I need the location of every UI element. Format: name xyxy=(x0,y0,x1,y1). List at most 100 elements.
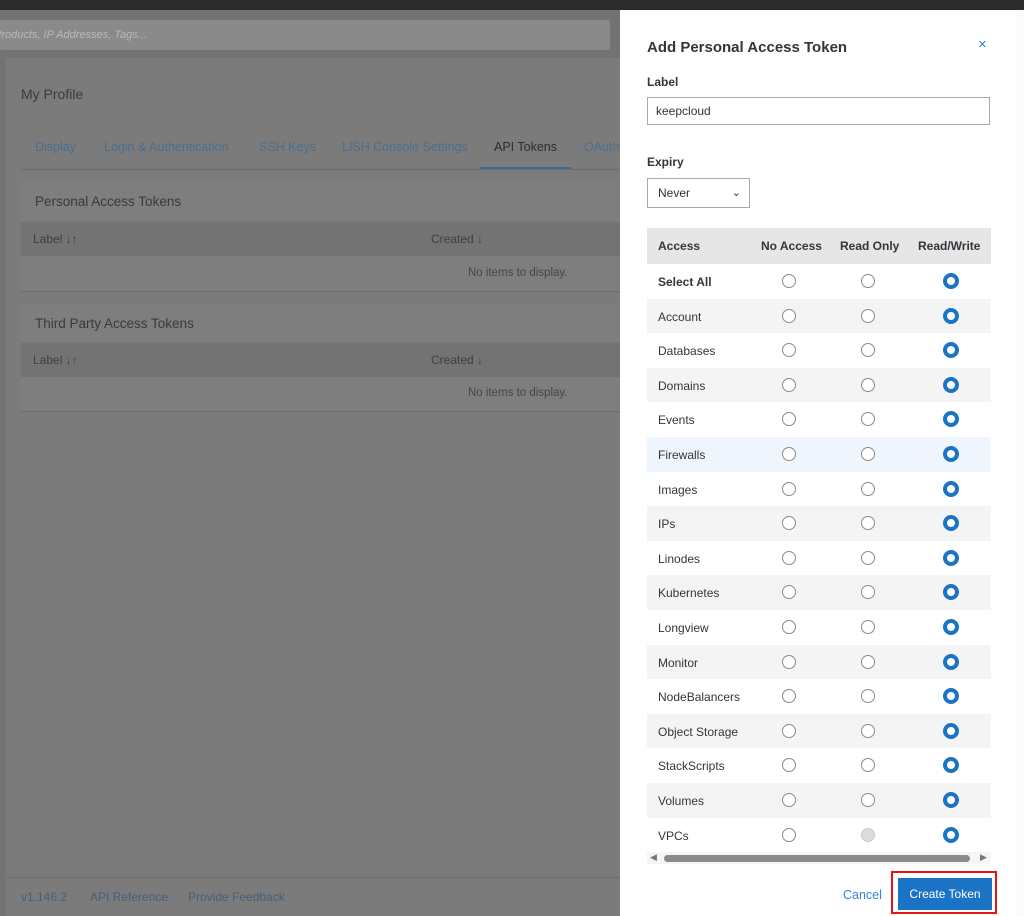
read-write-radio[interactable] xyxy=(943,480,959,497)
access-table-head: Access No Access Read Only Read/Write xyxy=(647,228,991,264)
label-column-header[interactable]: Label ↓↑ xyxy=(33,353,78,367)
access-column-header: Access xyxy=(658,239,701,253)
read-write-radio[interactable] xyxy=(943,584,959,601)
read-write-radio[interactable] xyxy=(943,549,959,566)
read-write-radio[interactable] xyxy=(943,757,959,774)
tab-lish-console-settings[interactable]: LISH Console Settings xyxy=(342,140,468,154)
read-only-radio[interactable] xyxy=(861,516,875,531)
read-write-radio[interactable] xyxy=(943,307,959,324)
tab-login-authentication[interactable]: Login & Authentication xyxy=(104,140,228,154)
read-only-radio[interactable] xyxy=(861,447,875,461)
read-only-radio[interactable] xyxy=(861,308,875,323)
search-input[interactable]: Products, IP Addresses, Tags... xyxy=(0,20,610,50)
read-only-radio[interactable] xyxy=(861,827,875,842)
read-only-radio[interactable] xyxy=(861,550,875,565)
read-only-radio[interactable] xyxy=(861,412,875,427)
access-row: Linodes xyxy=(647,541,991,576)
cancel-button[interactable]: Cancel xyxy=(843,888,882,902)
access-row: Kubernetes xyxy=(647,575,991,610)
access-row: VPCs xyxy=(647,818,991,853)
label-column-header[interactable]: Label ↓↑ xyxy=(33,232,78,246)
read-only-radio[interactable] xyxy=(861,620,875,634)
read-only-radio[interactable] xyxy=(861,377,875,392)
read-write-column-header: Read/Write xyxy=(918,239,981,253)
read-write-radio[interactable] xyxy=(943,792,959,808)
close-icon[interactable]: × xyxy=(978,36,987,53)
access-row-label: VPCs xyxy=(658,828,689,843)
read-write-radio[interactable] xyxy=(943,446,959,462)
read-only-radio[interactable] xyxy=(861,793,875,807)
read-only-radio[interactable] xyxy=(861,654,875,669)
access-row: Monitor xyxy=(647,644,991,680)
no-access-radio[interactable] xyxy=(782,689,796,704)
scrollbar-thumb[interactable] xyxy=(664,855,970,862)
search-placeholder: Products, IP Addresses, Tags... xyxy=(0,29,147,41)
access-row: Select All xyxy=(647,264,991,299)
top-bar xyxy=(0,0,1024,10)
no-access-radio[interactable] xyxy=(782,758,796,773)
personal-tokens-table-head: Label ↓↑ Created ↓ xyxy=(21,222,620,256)
read-only-radio[interactable] xyxy=(861,481,875,496)
provide-feedback-link[interactable]: Provide Feedback xyxy=(188,890,285,904)
no-access-radio[interactable] xyxy=(782,620,796,634)
no-access-radio[interactable] xyxy=(782,343,796,358)
no-access-radio[interactable] xyxy=(782,793,796,807)
no-access-radio[interactable] xyxy=(782,723,796,738)
read-only-radio[interactable] xyxy=(861,723,875,738)
no-access-radio[interactable] xyxy=(782,447,796,461)
read-only-column-header: Read Only xyxy=(840,239,900,253)
expiry-select[interactable]: Never ⌄ xyxy=(647,178,750,208)
no-access-radio[interactable] xyxy=(782,481,796,496)
created-column-header[interactable]: Created ↓ xyxy=(431,232,483,246)
label-input[interactable]: keepcloud xyxy=(647,97,990,125)
read-only-radio[interactable] xyxy=(861,689,875,704)
access-row-label: Firewalls xyxy=(658,448,706,462)
create-token-button[interactable]: Create Token xyxy=(898,878,992,910)
read-write-radio[interactable] xyxy=(943,515,959,532)
access-row-label: Longview xyxy=(658,621,709,635)
read-write-radio[interactable] xyxy=(943,376,959,393)
read-write-radio[interactable] xyxy=(943,653,959,670)
page-title: My Profile xyxy=(21,86,84,102)
tab-oauth[interactable]: OAuth xyxy=(584,140,619,154)
read-write-radio[interactable] xyxy=(943,273,959,289)
no-access-radio[interactable] xyxy=(782,585,796,600)
created-column-header[interactable]: Created ↓ xyxy=(431,353,483,367)
tab-ssh-keys[interactable]: SSH Keys xyxy=(259,140,316,154)
no-access-radio[interactable] xyxy=(782,516,796,531)
no-access-radio[interactable] xyxy=(782,412,796,427)
tab-api-tokens[interactable]: API Tokens xyxy=(494,140,557,154)
third-party-tokens-empty-text: No items to display. xyxy=(468,387,568,399)
scroll-left-icon[interactable]: ◀ xyxy=(650,852,657,863)
read-write-radio[interactable] xyxy=(943,826,959,843)
read-write-radio[interactable] xyxy=(943,342,959,359)
read-only-radio[interactable] xyxy=(861,758,875,773)
no-access-radio[interactable] xyxy=(782,274,796,288)
access-row: Events xyxy=(647,402,991,437)
access-row-label: Select All xyxy=(658,275,712,289)
no-access-radio[interactable] xyxy=(782,377,796,392)
scroll-right-icon[interactable]: ▶ xyxy=(980,852,987,863)
read-only-radio[interactable] xyxy=(861,274,875,288)
access-row-label: Object Storage xyxy=(658,724,739,739)
drawer-scrollbar[interactable] xyxy=(1016,10,1024,916)
read-only-radio[interactable] xyxy=(861,585,875,600)
access-row: Account xyxy=(647,298,991,334)
read-only-radio[interactable] xyxy=(861,343,875,358)
version-label: v1.146.2 xyxy=(21,890,68,904)
api-reference-link[interactable]: API Reference xyxy=(90,890,168,904)
no-access-radio[interactable] xyxy=(782,654,796,669)
read-write-radio[interactable] xyxy=(943,619,959,635)
read-write-radio[interactable] xyxy=(943,688,959,705)
access-row: Volumes xyxy=(647,783,991,818)
personal-tokens-empty-text: No items to display. xyxy=(468,267,568,279)
read-write-radio[interactable] xyxy=(943,411,959,428)
access-row: Object Storage xyxy=(647,713,991,749)
tab-display[interactable]: Display xyxy=(35,140,76,154)
no-access-radio[interactable] xyxy=(782,827,796,842)
access-row: Longview xyxy=(647,610,991,645)
no-access-radio[interactable] xyxy=(782,308,796,323)
read-write-radio[interactable] xyxy=(943,722,959,739)
no-access-column-header: No Access xyxy=(761,239,822,253)
no-access-radio[interactable] xyxy=(782,550,796,565)
